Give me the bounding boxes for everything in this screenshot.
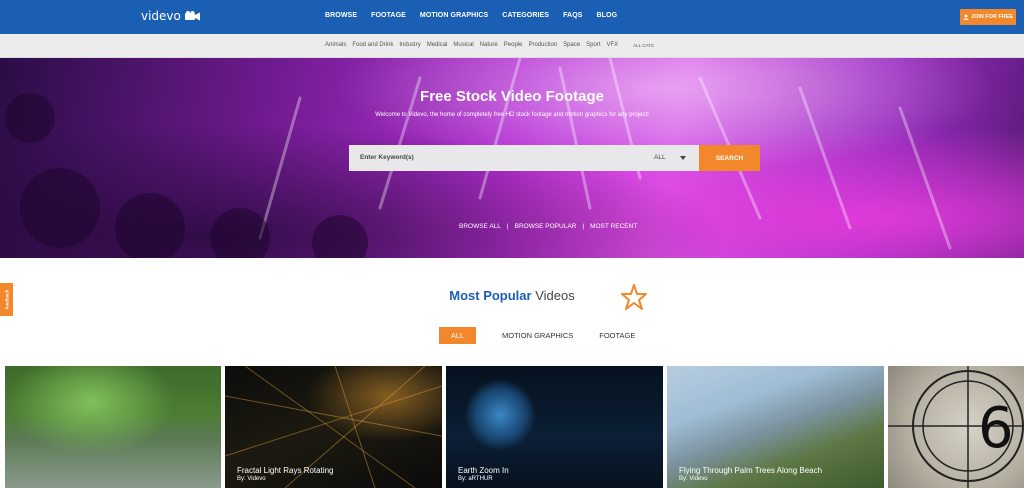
category-bar: Animals Food and Drink Industry Medical … (0, 34, 1024, 58)
filter-value: ALL (654, 154, 666, 161)
category-all[interactable]: ALL CATS (633, 43, 654, 48)
tab-footage[interactable]: FOOTAGE (599, 327, 635, 344)
category-medical[interactable]: Medical (427, 42, 448, 48)
category-animals[interactable]: Animals (325, 42, 346, 48)
nav-footage[interactable]: FOOTAGE (371, 12, 406, 19)
nav-categories[interactable]: CATEGORIES (502, 12, 549, 19)
search-filter-select[interactable]: ALL (654, 154, 686, 161)
video-title: Earth Zoom In (458, 466, 509, 475)
video-author: By: aRTHUR (458, 476, 493, 482)
category-production[interactable]: Production (528, 42, 557, 48)
category-sport[interactable]: Sport (586, 42, 600, 48)
main-nav: BROWSE FOOTAGE MOTION GRAPHICS CATEGORIE… (318, 12, 624, 19)
logo-text: videvo (141, 9, 181, 23)
video-thumbnail-fractal-light-rays[interactable]: Fractal Light Rays Rotating By: Videvo (225, 366, 442, 488)
category-musical[interactable]: Musical (453, 42, 473, 48)
star-icon (621, 284, 647, 310)
category-nature[interactable]: Nature (480, 42, 498, 48)
category-industry[interactable]: Industry (399, 42, 420, 48)
hero-title: Free Stock Video Footage (420, 88, 604, 105)
category-people[interactable]: People (504, 42, 523, 48)
join-label: JOIN FOR FREE (970, 14, 1014, 20)
browse-popular-link[interactable]: BROWSE POPULAR (515, 223, 577, 230)
category-space[interactable]: Space (563, 42, 580, 48)
most-popular-heading: Most Popular Videos (449, 288, 575, 303)
video-thumbnail-palm-beach[interactable]: Flying Through Palm Trees Along Beach By… (667, 366, 884, 488)
hero-links: BROWSE ALL | BROWSE POPULAR | MOST RECEN… (459, 223, 638, 230)
category-vfx[interactable]: VFX (607, 42, 619, 48)
video-filter-tabs: ALL MOTION GRAPHICS FOOTAGE (439, 327, 661, 344)
video-author: By: Videvo (679, 476, 708, 482)
video-thumbnail-rain-forest[interactable] (5, 366, 221, 488)
videvo-logo[interactable]: videvo (141, 9, 201, 23)
nav-blog[interactable]: BLOG (597, 12, 618, 19)
search-box: Enter Keyword(s) ALL (349, 145, 699, 171)
user-icon (963, 14, 969, 20)
video-thumbnail-countdown[interactable]: 6 (888, 366, 1024, 488)
browse-all-link[interactable]: BROWSE ALL (459, 223, 501, 230)
nav-browse[interactable]: BROWSE (325, 12, 357, 19)
search-button[interactable]: SEARCH (699, 145, 760, 171)
nav-faqs[interactable]: FAQS (563, 12, 582, 19)
join-button[interactable]: JOIN FOR FREE (960, 9, 1016, 25)
most-recent-link[interactable]: MOST RECENT (590, 223, 637, 230)
video-author: By: Videvo (237, 476, 266, 482)
hero-subtitle: Welcome to Videvo, the home of completel… (375, 112, 649, 118)
tab-all[interactable]: ALL (439, 327, 476, 344)
chevron-down-icon (679, 155, 686, 160)
nav-motion-graphics[interactable]: MOTION GRAPHICS (420, 12, 488, 19)
top-navbar: videvo BROWSE FOOTAGE MOTION GRAPHICS CA… (0, 0, 1024, 34)
category-food-and-drink[interactable]: Food and Drink (352, 42, 393, 48)
search-input[interactable]: Enter Keyword(s) (360, 154, 414, 161)
tab-motion-graphics[interactable]: MOTION GRAPHICS (502, 327, 573, 344)
camera-icon (184, 11, 200, 21)
video-grid: Fractal Light Rays Rotating By: Videvo E… (0, 366, 1024, 488)
countdown-number: 6 (978, 396, 1014, 461)
video-title: Flying Through Palm Trees Along Beach (679, 466, 823, 475)
hero-banner: Free Stock Video Footage Welcome to Vide… (0, 58, 1024, 258)
video-title: Fractal Light Rays Rotating (237, 466, 334, 475)
video-thumbnail-earth-zoom[interactable]: Earth Zoom In By: aRTHUR (446, 366, 663, 488)
